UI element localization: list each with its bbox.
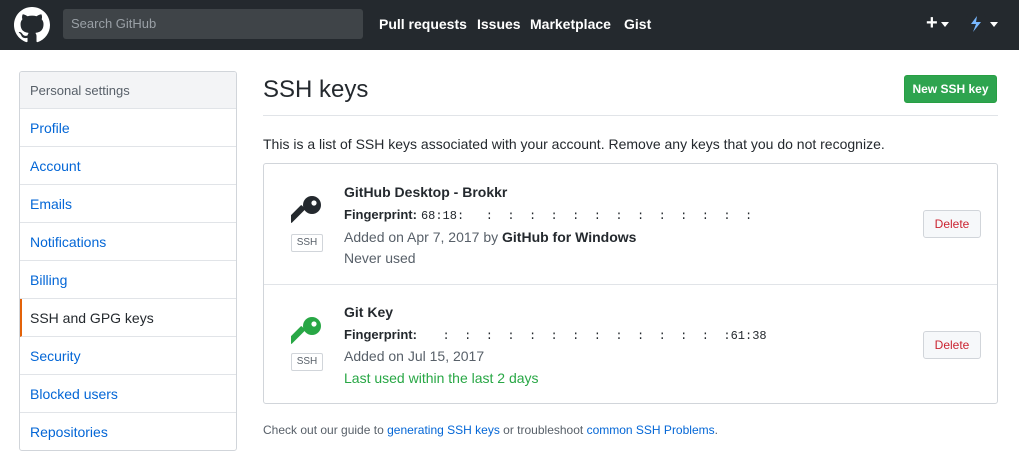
key-fingerprint: Fingerprint: 68:18: : : : : : : : : : : :… xyxy=(344,207,752,223)
new-ssh-key-button[interactable]: New SSH key xyxy=(904,75,997,103)
intro-text: This is a list of SSH keys associated wi… xyxy=(263,136,885,152)
sidebar-item-blocked-users[interactable]: Blocked users xyxy=(20,375,236,413)
sidebar-item-repositories[interactable]: Repositories xyxy=(20,413,236,450)
generating-ssh-keys-link[interactable]: generating SSH keys xyxy=(387,423,500,437)
fingerprint-label: Fingerprint: xyxy=(344,327,417,342)
fingerprint-label: Fingerprint: xyxy=(344,207,417,222)
key-type-label: SSH xyxy=(291,234,323,252)
fingerprint-value: 68:18: : : : : : : : : : : : : : xyxy=(420,209,753,223)
fingerprint-value: : : : : : : : : : : : : : :61:38 xyxy=(420,329,767,343)
help-footer: Check out our guide to generating SSH ke… xyxy=(263,423,718,437)
delete-key-button[interactable]: Delete xyxy=(923,210,981,238)
sidebar-item-security[interactable]: Security xyxy=(20,337,236,375)
avatar[interactable] xyxy=(966,14,986,34)
sidebar-item-notifications[interactable]: Notifications xyxy=(20,223,236,261)
key-icon xyxy=(291,196,321,223)
sidebar-item-billing[interactable]: Billing xyxy=(20,261,236,299)
ssh-key-row: SSH GitHub Desktop - Brokkr Fingerprint:… xyxy=(264,164,997,284)
key-fingerprint: Fingerprint: : : : : : : : : : : : : : :… xyxy=(344,327,767,343)
footer-middle: or troubleshoot xyxy=(503,423,584,437)
key-title: Git Key xyxy=(344,304,394,320)
top-header: Search GitHub Pull requests Issues Marke… xyxy=(0,0,1019,50)
added-date: Added on Jul 15, 2017 xyxy=(344,348,485,364)
chevron-down-icon[interactable] xyxy=(941,22,949,27)
search-placeholder: Search GitHub xyxy=(71,16,157,31)
sidebar-item-account[interactable]: Account xyxy=(20,147,236,185)
ssh-key-row: SSH Git Key Fingerprint: : : : : : : : :… xyxy=(264,284,997,405)
plus-icon[interactable]: + xyxy=(926,12,938,35)
avatar-chevron-down-icon[interactable] xyxy=(990,22,998,27)
sidebar-heading: Personal settings xyxy=(20,72,236,109)
nav-marketplace[interactable]: Marketplace xyxy=(530,16,611,32)
key-last-used: Never used xyxy=(344,250,416,266)
github-logo-icon[interactable] xyxy=(14,7,50,43)
sidebar-item-profile[interactable]: Profile xyxy=(20,109,236,147)
key-title: GitHub Desktop - Brokkr xyxy=(344,184,508,200)
key-added-info: Added on Jul 15, 2017 xyxy=(344,348,484,364)
sidebar-item-ssh-gpg-keys[interactable]: SSH and GPG keys xyxy=(20,299,236,337)
page-title: SSH keys xyxy=(263,76,369,103)
added-by: GitHub for Windows xyxy=(502,229,637,245)
nav-gist[interactable]: Gist xyxy=(624,16,651,32)
key-type-label: SSH xyxy=(291,353,323,371)
added-date: Added on Apr 7, 2017 by xyxy=(344,229,499,245)
ssh-keys-list: SSH GitHub Desktop - Brokkr Fingerprint:… xyxy=(263,163,998,404)
key-icon xyxy=(291,317,321,344)
key-last-used: Last used within the last 2 days xyxy=(344,370,539,386)
settings-sidebar: Personal settings Profile Account Emails… xyxy=(19,71,237,451)
footer-suffix: . xyxy=(714,423,718,437)
key-added-info: Added on Apr 7, 2017 by GitHub for Windo… xyxy=(344,229,636,245)
title-divider xyxy=(263,115,998,116)
nav-issues[interactable]: Issues xyxy=(477,16,521,32)
nav-pull-requests[interactable]: Pull requests xyxy=(379,16,467,32)
sidebar-item-emails[interactable]: Emails xyxy=(20,185,236,223)
footer-prefix: Check out our guide to xyxy=(263,423,384,437)
common-ssh-problems-link[interactable]: common SSH Problems xyxy=(587,423,715,437)
delete-key-button[interactable]: Delete xyxy=(923,331,981,359)
